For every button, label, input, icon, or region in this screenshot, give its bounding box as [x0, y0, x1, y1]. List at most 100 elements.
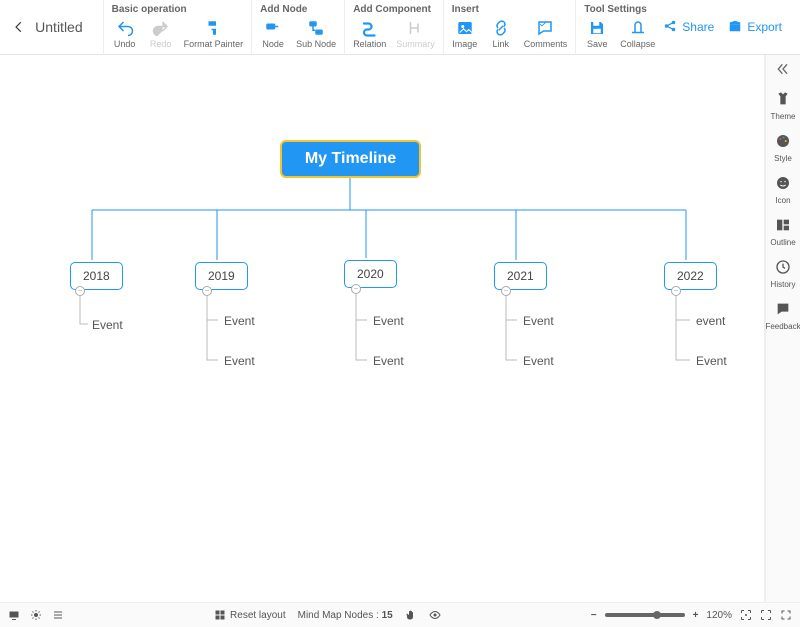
theme-label: Theme [771, 112, 796, 121]
brightness-button[interactable] [30, 609, 42, 621]
share-label: Share [682, 20, 714, 34]
collapse-button[interactable]: Collapse [620, 19, 655, 49]
redo-label: Redo [150, 39, 172, 49]
outline-icon [775, 217, 791, 236]
format-painter-button[interactable]: Format Painter [184, 19, 244, 49]
presentation-mode-button[interactable] [8, 609, 20, 621]
fullscreen-button[interactable] [780, 609, 792, 621]
nodes-count-label: Mind Map Nodes : [298, 610, 379, 621]
event-node-2019-1[interactable]: Event [224, 354, 255, 368]
event-node-2019-0[interactable]: Event [224, 314, 255, 328]
shirt-icon [775, 91, 791, 110]
list-view-button[interactable] [52, 609, 64, 621]
comments-button[interactable]: Comments [524, 19, 568, 49]
history-panel-button[interactable]: History [771, 259, 796, 289]
node-button[interactable]: Node [260, 19, 286, 49]
toolgroup-basic-label: Basic operation [112, 4, 244, 15]
toolgroup-add-node-label: Add Node [260, 4, 336, 15]
link-button[interactable]: Link [488, 19, 514, 49]
export-button[interactable]: Export [728, 19, 782, 36]
save-icon [588, 19, 606, 37]
format-painter-label: Format Painter [184, 39, 244, 49]
share-icon [663, 19, 677, 36]
zoom-value: 120% [706, 610, 732, 621]
collapse-toggle-2019[interactable]: − [202, 286, 212, 296]
year-node-2020[interactable]: 2020 [344, 260, 397, 288]
image-label: Image [452, 39, 477, 49]
fit-center-button[interactable] [740, 609, 752, 621]
collapse-toggle-2022[interactable]: − [671, 286, 681, 296]
zoom-out-button[interactable]: − [591, 610, 597, 621]
history-label: History [771, 280, 796, 289]
link-label: Link [492, 39, 509, 49]
share-button[interactable]: Share [663, 19, 714, 36]
back-button[interactable] [8, 20, 29, 34]
document-title[interactable]: Untitled [35, 19, 82, 35]
outline-label: Outline [770, 238, 795, 247]
event-node-2020-0[interactable]: Event [373, 314, 404, 328]
undo-label: Undo [114, 39, 136, 49]
theme-panel-button[interactable]: Theme [771, 91, 796, 121]
node-count-display: Mind Map Nodes : 15 [298, 610, 393, 621]
chat-icon [775, 301, 791, 320]
feedback-panel-button[interactable]: Feedback [765, 301, 800, 331]
event-node-2018-0[interactable]: Event [92, 318, 123, 332]
save-button[interactable]: Save [584, 19, 610, 49]
relation-label: Relation [353, 39, 386, 49]
save-label: Save [587, 39, 608, 49]
toolgroup-basic: Basic operation Undo Redo Format Painter [103, 0, 252, 54]
nodes-count-value: 15 [382, 610, 393, 621]
visibility-button[interactable] [429, 609, 441, 621]
relation-button[interactable]: Relation [353, 19, 386, 49]
image-icon [456, 19, 474, 37]
collapse-sidepanel-button[interactable] [775, 61, 791, 79]
event-node-2022-0[interactable]: event [696, 314, 725, 328]
style-panel-button[interactable]: Style [774, 133, 792, 163]
summary-button[interactable]: Summary [396, 19, 435, 49]
sub-node-button[interactable]: Sub Node [296, 19, 336, 49]
toolgroup-insert: Insert Image Link Comments [443, 0, 576, 54]
sub-node-label: Sub Node [296, 39, 336, 49]
event-node-2021-1[interactable]: Event [523, 354, 554, 368]
reset-layout-label: Reset layout [230, 610, 286, 621]
root-node[interactable]: My Timeline [280, 140, 421, 178]
year-node-2019[interactable]: 2019 [195, 262, 248, 290]
style-label: Style [774, 154, 792, 163]
redo-button[interactable]: Redo [148, 19, 174, 49]
toolgroup-add-component: Add Component Relation Summary [344, 0, 443, 54]
canvas[interactable]: My Timeline 2018 − Event 2019 − Event Ev… [0, 55, 765, 602]
zoom-in-button[interactable]: + [693, 610, 699, 621]
image-button[interactable]: Image [452, 19, 478, 49]
link-icon [492, 19, 510, 37]
redo-icon [152, 19, 170, 37]
event-node-2021-0[interactable]: Event [523, 314, 554, 328]
pan-tool-button[interactable] [405, 609, 417, 621]
relation-icon [361, 19, 379, 37]
summary-icon [406, 19, 424, 37]
zoom-slider[interactable] [605, 613, 685, 617]
export-label: Export [747, 20, 782, 34]
collapse-toggle-2021[interactable]: − [501, 286, 511, 296]
toolgroup-insert-label: Insert [452, 4, 568, 15]
comments-label: Comments [524, 39, 568, 49]
collapse-icon [629, 19, 647, 37]
palette-icon [775, 133, 791, 152]
icon-panel-button[interactable]: Icon [775, 175, 791, 205]
outline-panel-button[interactable]: Outline [770, 217, 795, 247]
event-node-2020-1[interactable]: Event [373, 354, 404, 368]
icon-label: Icon [775, 196, 790, 205]
year-node-2022[interactable]: 2022 [664, 262, 717, 290]
node-label: Node [262, 39, 284, 49]
year-node-2021[interactable]: 2021 [494, 262, 547, 290]
undo-button[interactable]: Undo [112, 19, 138, 49]
smiley-icon [775, 175, 791, 194]
fit-selection-button[interactable] [760, 609, 772, 621]
node-icon [264, 19, 282, 37]
export-icon [728, 19, 742, 36]
collapse-toggle-2020[interactable]: − [351, 284, 361, 294]
event-node-2022-1[interactable]: Event [696, 354, 727, 368]
summary-label: Summary [396, 39, 435, 49]
collapse-toggle-2018[interactable]: − [75, 286, 85, 296]
reset-layout-button[interactable]: Reset layout [214, 609, 286, 621]
feedback-label: Feedback [765, 322, 800, 331]
